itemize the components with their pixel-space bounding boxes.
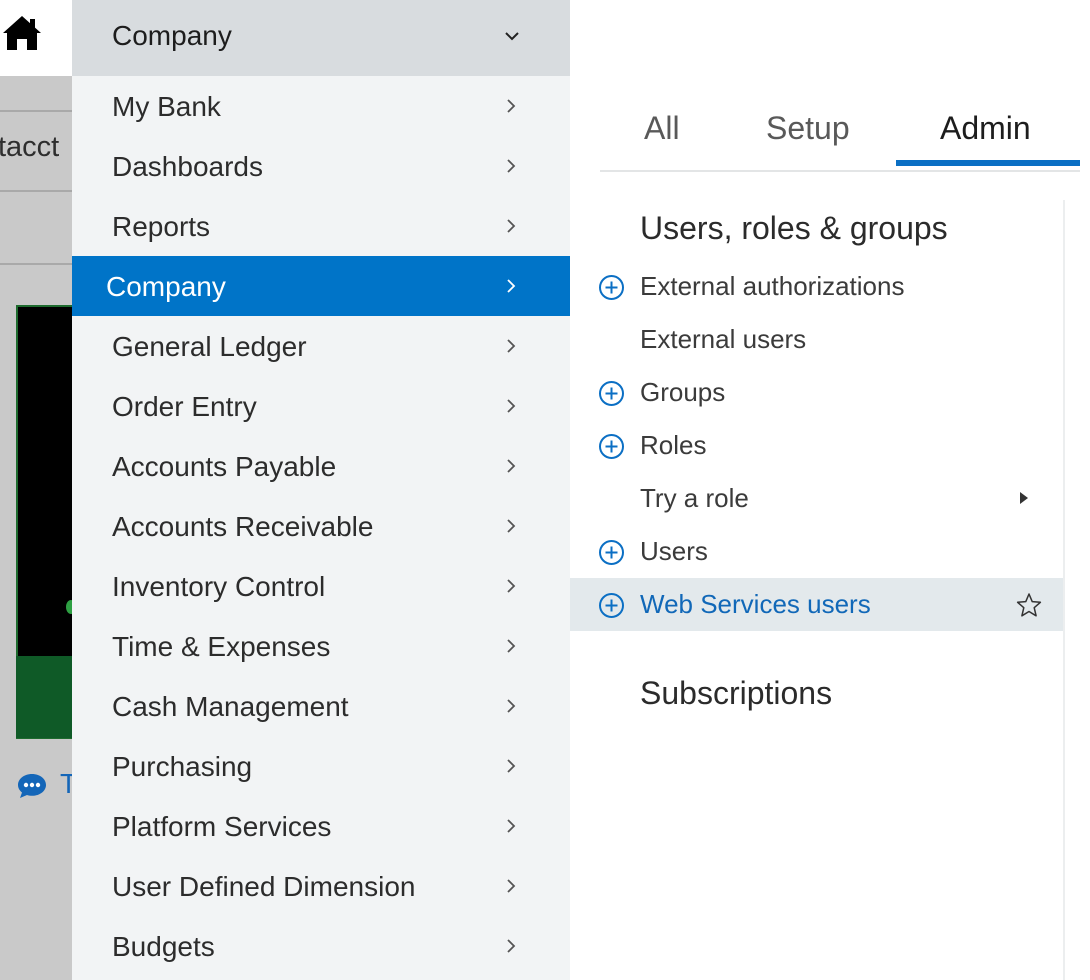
chevron-down-icon bbox=[505, 32, 519, 41]
main-nav-menu: Company My Bank Dashboards Reports Company G… bbox=[72, 0, 570, 980]
nav-item-label: General Ledger bbox=[112, 331, 307, 362]
menu-link-label: External authorizations bbox=[640, 271, 905, 301]
menu-link-label: Groups bbox=[640, 377, 726, 407]
nav-item-time-and-expenses[interactable]: Time & Expenses bbox=[72, 616, 570, 676]
submenu-arrow-icon bbox=[1020, 492, 1028, 504]
menu-link-label: Users bbox=[640, 536, 708, 566]
chevron-right-icon bbox=[507, 219, 516, 233]
menu-link-roles[interactable]: Roles bbox=[570, 419, 1063, 472]
nav-item-dashboards[interactable]: Dashboards bbox=[72, 136, 570, 196]
chevron-right-icon bbox=[507, 579, 516, 593]
menu-link-label: Roles bbox=[640, 430, 707, 460]
chat-icon[interactable] bbox=[16, 772, 48, 800]
tab-setup[interactable]: Setup bbox=[766, 110, 850, 147]
chevron-right-icon bbox=[507, 519, 516, 533]
nav-item-label: Reports bbox=[112, 211, 211, 242]
nav-item-label: Cash Management bbox=[112, 691, 349, 722]
chevron-right-icon bbox=[507, 939, 516, 953]
panel-border bbox=[1063, 200, 1065, 980]
nav-item-accounts-payable[interactable]: Accounts Payable bbox=[72, 436, 570, 496]
tab-all[interactable]: All bbox=[644, 110, 680, 147]
menu-link-users[interactable]: Users bbox=[570, 525, 1063, 578]
add-circle-icon[interactable] bbox=[598, 274, 625, 301]
background-app: tacct T bbox=[0, 0, 72, 980]
chevron-right-icon bbox=[507, 819, 516, 833]
menu-link-try-a-role[interactable]: Try a role bbox=[570, 472, 1063, 525]
background-title-partial: tacct bbox=[0, 131, 60, 163]
nav-item-purchasing[interactable]: Purchasing bbox=[72, 736, 570, 796]
nav-item-reports[interactable]: Reports bbox=[72, 196, 570, 256]
chevron-right-icon bbox=[507, 279, 516, 293]
nav-item-order-entry[interactable]: Order Entry bbox=[72, 376, 570, 436]
chevron-right-icon bbox=[507, 699, 516, 713]
nav-item-label: Dashboards bbox=[112, 151, 263, 182]
nav-item-label: Order Entry bbox=[112, 391, 257, 422]
nav-item-label: My Bank bbox=[112, 91, 221, 122]
divider bbox=[0, 263, 72, 265]
add-circle-icon[interactable] bbox=[598, 380, 625, 407]
nav-item-accounts-receivable[interactable]: Accounts Receivable bbox=[72, 496, 570, 556]
chevron-right-icon bbox=[507, 399, 516, 413]
nav-item-cash-management[interactable]: Cash Management bbox=[72, 676, 570, 736]
dashboard-tile-footer bbox=[16, 656, 72, 738]
home-button[interactable] bbox=[0, 0, 72, 76]
nav-item-label: Accounts Payable bbox=[112, 451, 337, 482]
nav-item-label: Inventory Control bbox=[112, 571, 326, 602]
nav-header[interactable]: Company bbox=[72, 0, 570, 76]
section-title-subscriptions: Subscriptions bbox=[640, 675, 833, 711]
nav-item-my-bank[interactable]: My Bank bbox=[72, 76, 570, 136]
flyout-tabs: All Setup Admin bbox=[600, 98, 1080, 172]
menu-link-web-services-users[interactable]: Web Services users bbox=[570, 578, 1063, 631]
nav-item-label: Time & Expenses bbox=[112, 631, 331, 662]
nav-item-platform-services[interactable]: Platform Services bbox=[72, 796, 570, 856]
menu-link-external-authorizations[interactable]: External authorizations bbox=[570, 260, 1063, 313]
home-icon bbox=[3, 16, 41, 50]
nav-item-inventory-control[interactable]: Inventory Control bbox=[72, 556, 570, 616]
add-circle-icon[interactable] bbox=[598, 433, 625, 460]
chevron-right-icon bbox=[507, 159, 516, 173]
divider bbox=[0, 190, 72, 192]
add-circle-icon[interactable] bbox=[598, 592, 625, 619]
divider bbox=[0, 110, 72, 112]
nav-item-label: Platform Services bbox=[112, 811, 332, 842]
chat-label-partial[interactable]: T bbox=[60, 768, 72, 800]
menu-link-external-users[interactable]: External users bbox=[570, 313, 1063, 366]
chevron-right-icon bbox=[507, 639, 516, 653]
chevron-right-icon bbox=[507, 339, 516, 353]
menu-link-label: External users bbox=[640, 324, 807, 354]
chevron-right-icon bbox=[507, 459, 516, 473]
tab-admin[interactable]: Admin bbox=[940, 110, 1031, 147]
nav-item-budgets[interactable]: Budgets bbox=[72, 916, 570, 976]
chevron-right-icon bbox=[507, 879, 516, 893]
active-tab-indicator bbox=[896, 160, 1080, 166]
add-circle-icon[interactable] bbox=[598, 539, 625, 566]
nav-item-label: Company bbox=[106, 271, 226, 302]
nav-header-label: Company bbox=[112, 20, 232, 51]
menu-link-label: Try a role bbox=[640, 483, 749, 513]
menu-link-groups[interactable]: Groups bbox=[570, 366, 1063, 419]
star-icon[interactable] bbox=[1016, 592, 1042, 618]
section-title-users-roles-and-groups: Users, roles & groups bbox=[640, 210, 948, 246]
nav-item-label: Budgets bbox=[112, 931, 215, 962]
nav-item-company[interactable]: Company bbox=[72, 256, 570, 316]
menu-link-label: Web Services users bbox=[640, 589, 871, 619]
nav-item-user-defined-dimension[interactable]: User Defined Dimension bbox=[72, 856, 570, 916]
nav-item-label: User Defined Dimension bbox=[112, 871, 416, 902]
nav-item-label: Accounts Receivable bbox=[112, 511, 374, 542]
chevron-right-icon bbox=[507, 99, 516, 113]
nav-item-general-ledger[interactable]: General Ledger bbox=[72, 316, 570, 376]
chevron-right-icon bbox=[507, 759, 516, 773]
nav-item-label: Purchasing bbox=[112, 751, 253, 782]
